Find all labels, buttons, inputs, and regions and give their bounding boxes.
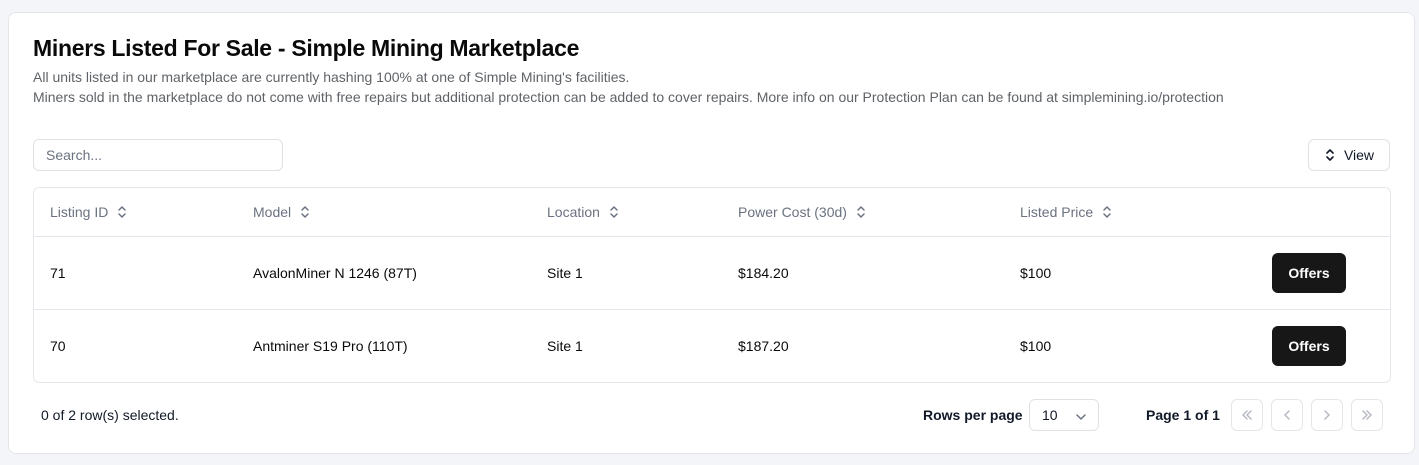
- chevrons-left-icon: [1241, 408, 1253, 423]
- sort-icon: [300, 205, 310, 219]
- page-description-line-2: Miners sold in the marketplace do not co…: [33, 89, 1224, 105]
- chevron-left-icon: [1283, 408, 1291, 423]
- cell-model: AvalonMiner N 1246 (87T): [253, 265, 417, 281]
- cell-model: Antminer S19 Pro (110T): [253, 338, 408, 354]
- sort-icon: [1102, 205, 1112, 219]
- page-info: Page 1 of 1: [1146, 407, 1220, 423]
- previous-page-button[interactable]: [1271, 399, 1303, 431]
- cell-listed-price: $100: [1020, 338, 1052, 354]
- chevrons-right-icon: [1361, 408, 1373, 423]
- cell-power-cost: $184.20: [738, 265, 789, 281]
- cell-listing-id: 70: [50, 338, 66, 354]
- page-title: Miners Listed For Sale - Simple Mining M…: [33, 35, 580, 61]
- column-header-location[interactable]: Location: [547, 188, 619, 236]
- sort-icon: [856, 205, 866, 219]
- column-label: Power Cost (30d): [738, 204, 847, 220]
- rows-per-page-value: 10: [1042, 407, 1058, 423]
- cell-power-cost: $187.20: [738, 338, 789, 354]
- view-button-label: View: [1343, 147, 1375, 163]
- search-input[interactable]: [33, 139, 283, 171]
- column-label: Listed Price: [1020, 204, 1094, 220]
- cell-location: Site 1: [547, 265, 583, 281]
- sort-icon: [609, 205, 619, 219]
- next-page-button[interactable]: [1311, 399, 1343, 431]
- column-header-listing-id[interactable]: Listing ID: [50, 188, 127, 236]
- rows-per-page-label: Rows per page: [923, 407, 1023, 423]
- chevron-right-icon: [1323, 408, 1331, 423]
- selection-status: 0 of 2 row(s) selected.: [41, 407, 179, 423]
- first-page-button[interactable]: [1231, 399, 1263, 431]
- column-label: Location: [547, 204, 600, 220]
- offers-button[interactable]: Offers: [1272, 253, 1346, 293]
- cell-listing-id: 71: [50, 265, 66, 281]
- listings-table: Listing ID Model Location Power Cost (30…: [33, 187, 1391, 383]
- chevron-down-icon: [1076, 407, 1086, 423]
- page-description-line-1: All units listed in our marketplace are …: [33, 69, 630, 85]
- offers-button[interactable]: Offers: [1272, 326, 1346, 366]
- column-header-listed-price[interactable]: Listed Price: [1020, 188, 1112, 236]
- column-header-power-cost[interactable]: Power Cost (30d): [738, 188, 866, 236]
- chevrons-up-down-icon: [1324, 148, 1336, 162]
- view-button[interactable]: View: [1308, 139, 1390, 171]
- rows-per-page-select[interactable]: 10: [1029, 399, 1099, 431]
- cell-location: Site 1: [547, 338, 583, 354]
- cell-listed-price: $100: [1020, 265, 1052, 281]
- sort-icon: [117, 205, 127, 219]
- table-header: Listing ID Model Location Power Cost (30…: [34, 188, 1390, 237]
- column-label: Listing ID: [50, 204, 109, 220]
- column-header-model[interactable]: Model: [253, 188, 310, 236]
- marketplace-card: Miners Listed For Sale - Simple Mining M…: [8, 12, 1415, 454]
- column-label: Model: [253, 204, 292, 220]
- table-row: 70 Antminer S19 Pro (110T) Site 1 $187.2…: [34, 310, 1390, 382]
- table-row: 71 AvalonMiner N 1246 (87T) Site 1 $184.…: [34, 237, 1390, 310]
- last-page-button[interactable]: [1351, 399, 1383, 431]
